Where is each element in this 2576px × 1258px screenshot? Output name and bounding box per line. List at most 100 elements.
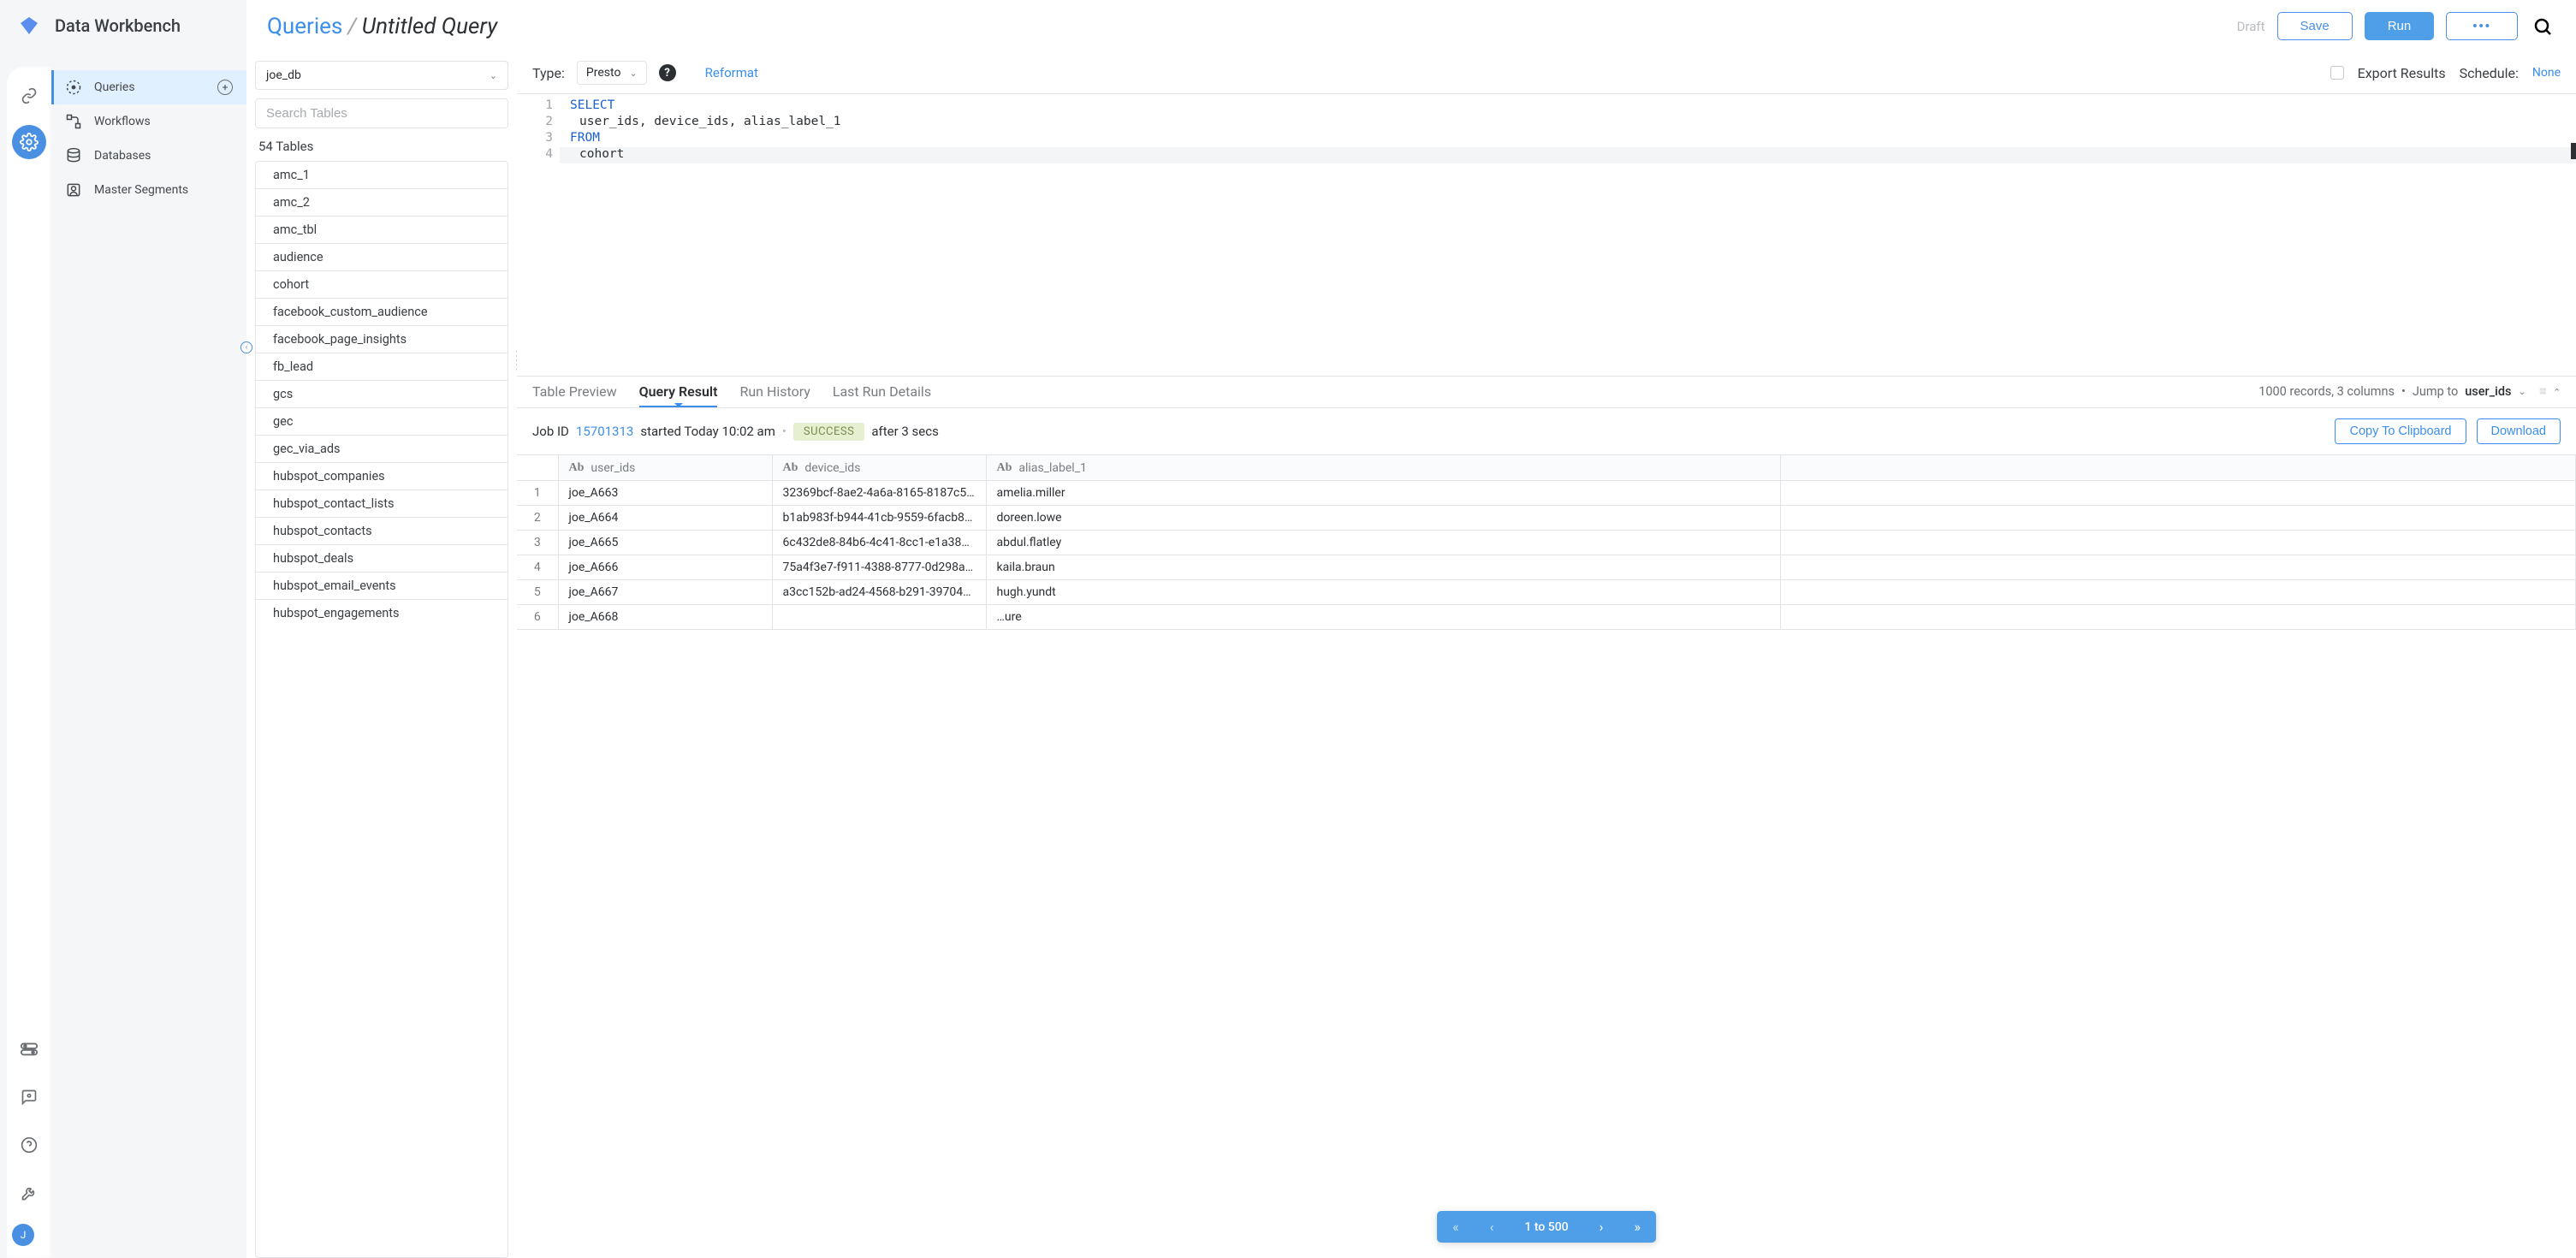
rail-toggle-icon[interactable] <box>12 1032 46 1066</box>
workflow-icon <box>65 113 82 130</box>
nav-item-label: Workflows <box>94 115 151 128</box>
table-item[interactable]: hubspot_engagements <box>256 600 507 626</box>
results-tab-last-run-details[interactable]: Last Run Details <box>833 383 931 407</box>
copy-to-clipboard-button[interactable]: Copy To Clipboard <box>2335 418 2466 444</box>
table-row[interactable]: 4joe_A66675a4f3e7-f911-4388-8777-0d298a…… <box>517 555 2576 580</box>
paginator-first-icon[interactable]: « <box>1437 1211 1475 1243</box>
paginator: « ‹ 1 to 500 › » <box>1437 1211 1656 1243</box>
table-item[interactable]: gec <box>256 408 507 436</box>
paginator-prev-icon[interactable]: ‹ <box>1475 1211 1510 1243</box>
sql-editor[interactable]: 1234 SELECTuser_ids, device_ids, alias_l… <box>517 93 2576 376</box>
results-tab-query-result[interactable]: Query Result <box>639 383 718 407</box>
nav-item-master-segments[interactable]: Master Segments <box>51 173 246 207</box>
job-id-prefix: Job ID <box>532 424 569 439</box>
table-item[interactable]: amc_tbl <box>256 217 507 244</box>
run-button[interactable]: Run <box>2365 12 2435 40</box>
table-row[interactable]: 3joe_A6656c432de8-84b6-4c41-8cc1-e1a38a…… <box>517 531 2576 555</box>
paginator-next-icon[interactable]: › <box>1584 1211 1619 1243</box>
schedule-value[interactable]: None <box>2532 66 2561 80</box>
query-panel: ⋮⋮ Type: Presto ⌄ ? Reformat Export Resu… <box>517 52 2576 1258</box>
table-item[interactable]: gec_via_ads <box>256 436 507 463</box>
app-root: Data Workbench <box>0 0 2576 1258</box>
database-select[interactable]: joe_db ⌄ <box>255 61 508 90</box>
results-summary: 1000 records, 3 columns <box>2258 384 2395 399</box>
brand-logo-icon <box>19 15 39 36</box>
collapse-sidebar-icon[interactable]: ‹ <box>240 341 252 353</box>
database-selected-value: joe_db <box>266 68 301 82</box>
schedule-label: Schedule: <box>2460 65 2519 81</box>
topbar: Queries / Untitled Query Draft Save Run … <box>246 0 2576 52</box>
export-results-checkbox[interactable] <box>2330 66 2344 80</box>
table-row[interactable]: 1joe_A66332369bcf-8ae2-4a6a-8165-8187c5…… <box>517 481 2576 506</box>
table-item[interactable]: facebook_page_insights <box>256 326 507 353</box>
rail-link-icon[interactable] <box>12 79 46 113</box>
results-tab-table-preview[interactable]: Table Preview <box>532 383 617 407</box>
table-item[interactable]: hubspot_contact_lists <box>256 490 507 518</box>
results-tab-run-history[interactable]: Run History <box>739 383 810 407</box>
rail-help-icon[interactable] <box>12 1128 46 1162</box>
table-row[interactable]: 2joe_A664b1ab983f-b944-41cb-9559-6facb84… <box>517 506 2576 531</box>
rail-wrench-icon[interactable] <box>12 1176 46 1210</box>
breadcrumb: Queries / Untitled Query <box>267 14 497 39</box>
jump-to-label: Jump to <box>2413 384 2458 399</box>
chevron-down-icon: ⌄ <box>629 68 637 79</box>
job-started: started Today 10:02 am <box>640 424 775 439</box>
reformat-link[interactable]: Reformat <box>705 65 758 80</box>
jump-to-field[interactable]: user_ids <box>2465 384 2511 399</box>
results-panel: Table Preview Query Result Run History Last… <box>517 376 2576 1258</box>
results-tabs: Table Preview Query Result Run History Last… <box>517 377 2576 407</box>
nav-item-label: Databases <box>94 149 151 163</box>
nav-item-queries[interactable]: Queries + <box>51 70 246 104</box>
table-item[interactable]: fb_lead <box>256 353 507 381</box>
more-button[interactable]: ••• <box>2446 12 2518 40</box>
table-item[interactable]: cohort <box>256 271 507 299</box>
query-icon <box>65 79 82 96</box>
job-duration: after 3 secs <box>871 424 938 439</box>
cursor-mark <box>2571 143 2576 159</box>
chevron-up-icon[interactable]: ⌄ <box>2553 386 2561 397</box>
save-button[interactable]: Save <box>2277 12 2353 40</box>
user-avatar[interactable]: J <box>12 1224 34 1246</box>
nav-item-workflows[interactable]: Workflows <box>51 104 246 139</box>
table-item[interactable]: gcs <box>256 381 507 408</box>
download-button[interactable]: Download <box>2477 418 2561 444</box>
table-item[interactable]: amc_2 <box>256 189 507 217</box>
paginator-last-icon[interactable]: » <box>1618 1211 1656 1243</box>
nav-item-label: Master Segments <box>94 183 188 197</box>
query-type-label: Type: <box>532 65 565 81</box>
rail-chat-icon[interactable] <box>12 1080 46 1114</box>
row-resize-handle[interactable]: ══ <box>2540 389 2546 395</box>
table-item[interactable]: facebook_custom_audience <box>256 299 507 326</box>
help-icon[interactable]: ? <box>659 64 676 81</box>
column-header[interactable]: Abalias_label_1 <box>986 455 1781 481</box>
brand-name: Data Workbench <box>55 15 181 36</box>
table-item[interactable]: hubspot_companies <box>256 463 507 490</box>
add-icon[interactable]: + <box>217 80 233 95</box>
tables-list: amc_1amc_2amc_tblaudiencecohortfacebook_… <box>255 161 508 1258</box>
paginator-range: 1 to 500 <box>1509 1213 1583 1242</box>
table-item[interactable]: amc_1 <box>256 162 507 189</box>
breadcrumb-sep: / <box>347 14 356 39</box>
column-header[interactable]: Abdevice_ids <box>772 455 986 481</box>
table-item[interactable]: hubspot_email_events <box>256 573 507 600</box>
database-icon <box>65 147 82 164</box>
nav-item-databases[interactable]: Databases <box>51 139 246 173</box>
global-search-icon[interactable] <box>2530 14 2555 39</box>
nav-item-label: Queries <box>94 80 135 94</box>
table-item[interactable]: hubspot_deals <box>256 545 507 573</box>
column-header[interactable]: Abuser_ids <box>558 455 772 481</box>
breadcrumb-root[interactable]: Queries <box>267 14 342 39</box>
chevron-down-icon[interactable]: ⌄ <box>2518 386 2526 397</box>
breadcrumb-leaf: Untitled Query <box>362 14 497 39</box>
job-status-bar: Job ID 15701313 started Today 10:02 am •… <box>517 407 2576 454</box>
job-id[interactable]: 15701313 <box>576 424 633 439</box>
table-item[interactable]: audience <box>256 244 507 271</box>
search-tables-input[interactable] <box>255 98 508 128</box>
rail-settings-gear-icon[interactable] <box>12 125 46 159</box>
results-grid[interactable]: Abuser_idsAbdevice_idsAbalias_label_1 1j… <box>517 454 2576 1258</box>
table-row[interactable]: 5joe_A667a3cc152b-ad24-4568-b291-39704c…… <box>517 580 2576 605</box>
table-row[interactable]: 6joe_A668…ure <box>517 605 2576 630</box>
table-item[interactable]: hubspot_contacts <box>256 518 507 545</box>
query-type-select[interactable]: Presto ⌄ <box>577 61 647 85</box>
export-results-label: Export Results <box>2358 65 2446 81</box>
